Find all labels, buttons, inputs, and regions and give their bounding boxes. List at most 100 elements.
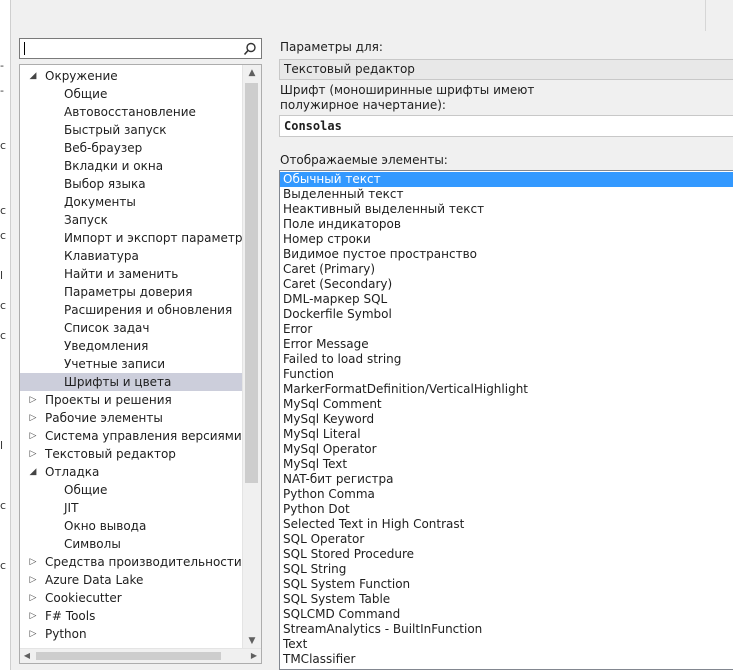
display-item[interactable]: MarkerFormatDefinition/VerticalHighlight xyxy=(280,382,733,397)
options-search-input[interactable] xyxy=(19,38,262,59)
scroll-thumb-horizontal[interactable] xyxy=(36,652,221,660)
scroll-up-arrow-icon[interactable]: ▲ xyxy=(243,65,261,81)
display-item[interactable]: MySql Literal xyxy=(280,427,733,442)
tree-leaf[interactable]: Импорт и экспорт параметров xyxy=(20,229,257,247)
tree-leaf[interactable]: Шрифты и цвета xyxy=(20,373,242,391)
collapsed-arrow-icon[interactable]: ▷ xyxy=(28,625,38,643)
display-item[interactable]: Function xyxy=(280,367,733,382)
collapsed-arrow-icon[interactable]: ▷ xyxy=(28,571,38,589)
display-item[interactable]: SQL String xyxy=(280,562,733,577)
collapsed-arrow-icon[interactable]: ▷ xyxy=(28,391,38,409)
tree-leaf[interactable]: Общие xyxy=(20,85,242,103)
display-item[interactable]: Caret (Primary) xyxy=(280,262,733,277)
display-item[interactable]: Selected Text in High Contrast xyxy=(280,517,733,532)
tree-node[interactable]: ▷ Python xyxy=(20,625,242,643)
display-item[interactable]: Поле индикаторов xyxy=(280,217,733,232)
expanded-arrow-icon[interactable]: ◢ xyxy=(28,463,38,481)
display-item[interactable]: Caret (Secondary) xyxy=(280,277,733,292)
collapsed-arrow-icon[interactable]: ▷ xyxy=(28,409,38,427)
tree-item-label: Документы xyxy=(64,195,136,209)
tree-node[interactable]: ▷ Текстовый редактор xyxy=(20,445,242,463)
display-item[interactable]: Dockerfile Symbol xyxy=(280,307,733,322)
display-item[interactable]: MySql Keyword xyxy=(280,412,733,427)
options-tree[interactable]: ◢ Окружение Общие Автовосстановление Быстрый… xyxy=(19,64,262,664)
scroll-right-arrow-icon[interactable]: ▶ xyxy=(247,649,261,663)
display-item[interactable]: Failed to load string xyxy=(280,352,733,367)
collapsed-arrow-icon[interactable]: ▷ xyxy=(28,607,38,625)
tree-node[interactable]: ▷ F# Tools xyxy=(20,607,242,625)
tree-leaf[interactable]: Список задач xyxy=(20,319,242,337)
display-item[interactable]: MySql Comment xyxy=(280,397,733,412)
display-item[interactable]: DML-маркер SQL xyxy=(280,292,733,307)
settings-for-dropdown[interactable]: Текстовый редактор xyxy=(279,59,733,80)
tree-item-label: Рабочие элементы xyxy=(45,411,163,425)
tree-leaf[interactable]: Веб-браузер xyxy=(20,139,242,157)
tree-leaf[interactable]: Запуск xyxy=(20,211,242,229)
display-item[interactable]: NAT-бит регистра xyxy=(280,472,733,487)
display-item[interactable]: SQL System Table xyxy=(280,592,733,607)
options-tree-list: ◢ Окружение Общие Автовосстановление Быстрый… xyxy=(20,67,257,643)
tree-leaf[interactable]: Общие xyxy=(20,481,242,499)
tree-item-label: Проекты и решения xyxy=(45,393,172,407)
tree-leaf[interactable]: Клавиатура xyxy=(20,247,242,265)
tree-node[interactable]: ▷ Система управления версиями xyxy=(20,427,242,445)
dialog-top-area xyxy=(0,0,733,31)
tree-item-label: Окно вывода xyxy=(64,519,147,533)
display-item[interactable]: Неактивный выделенный текст xyxy=(280,202,733,217)
tree-leaf[interactable]: Быстрый запуск xyxy=(20,121,242,139)
display-item[interactable]: Python Dot xyxy=(280,502,733,517)
display-items-list: Обычный текст Выделенный текст Неактивный … xyxy=(280,172,733,667)
tree-leaf[interactable]: JIT xyxy=(20,499,242,517)
tree-leaf[interactable]: Учетные записи xyxy=(20,355,242,373)
font-dropdown[interactable]: Consolas xyxy=(279,115,733,137)
tree-node[interactable]: ▷ Рабочие элементы xyxy=(20,409,242,427)
scroll-left-arrow-icon[interactable]: ◀ xyxy=(20,649,34,663)
tree-leaf[interactable]: Выбор языка xyxy=(20,175,242,193)
tree-item-label: Выбор языка xyxy=(64,177,146,191)
tree-leaf[interactable]: Символы xyxy=(20,535,242,553)
scroll-thumb[interactable] xyxy=(245,83,258,483)
display-item[interactable]: SQL System Function xyxy=(280,577,733,592)
display-item[interactable]: Error xyxy=(280,322,733,337)
display-item[interactable]: MySql Text xyxy=(280,457,733,472)
scroll-down-arrow-icon[interactable]: ▼ xyxy=(243,633,261,649)
display-item[interactable]: StreamAnalytics - BuiltInFunction xyxy=(280,622,733,637)
display-item[interactable]: Видимое пустое пространство xyxy=(280,247,733,262)
display-item[interactable]: Error Message xyxy=(280,337,733,352)
tree-leaf[interactable]: Уведомления xyxy=(20,337,242,355)
tree-horizontal-scrollbar[interactable]: ◀ ▶ xyxy=(20,648,261,663)
tree-node[interactable]: ▷ Azure Data Lake xyxy=(20,571,242,589)
display-items-listbox[interactable]: Обычный текст Выделенный текст Неактивный … xyxy=(279,170,733,670)
display-item[interactable]: SQLCMD Command xyxy=(280,607,733,622)
tree-leaf[interactable]: Документы xyxy=(20,193,242,211)
tree-leaf[interactable]: Окно вывода xyxy=(20,517,242,535)
tree-leaf[interactable]: Расширения и обновления xyxy=(20,301,242,319)
collapsed-arrow-icon[interactable]: ▷ xyxy=(28,553,38,571)
tree-leaf[interactable]: Параметры доверия xyxy=(20,283,242,301)
tree-node[interactable]: ◢ Окружение xyxy=(20,67,242,85)
tree-item-label: Отладка xyxy=(45,465,100,479)
tree-node[interactable]: ◢ Отладка xyxy=(20,463,242,481)
display-item[interactable]: MySql Operator xyxy=(280,442,733,457)
collapsed-arrow-icon[interactable]: ▷ xyxy=(28,427,38,445)
display-item[interactable]: Python Comma xyxy=(280,487,733,502)
search-icon[interactable] xyxy=(243,42,257,56)
display-item[interactable]: SQL Stored Procedure xyxy=(280,547,733,562)
display-item[interactable]: Text xyxy=(280,637,733,652)
display-item[interactable]: Обычный текст xyxy=(280,172,733,187)
display-item[interactable]: SQL Operator xyxy=(280,532,733,547)
tree-node[interactable]: ▷ Cookiecutter xyxy=(20,589,242,607)
tree-node[interactable]: ▷ Проекты и решения xyxy=(20,391,242,409)
tree-vertical-scrollbar[interactable]: ▲ ▼ xyxy=(242,65,261,663)
display-item[interactable]: Номер строки xyxy=(280,232,733,247)
tree-leaf[interactable]: Автовосстановление xyxy=(20,103,242,121)
tree-node[interactable]: ▷ Средства производительности xyxy=(20,553,242,571)
tree-leaf[interactable]: Найти и заменить xyxy=(20,265,242,283)
display-item[interactable]: Выделенный текст xyxy=(280,187,733,202)
collapsed-arrow-icon[interactable]: ▷ xyxy=(28,589,38,607)
tree-item-label: Python xyxy=(45,627,87,641)
expanded-arrow-icon[interactable]: ◢ xyxy=(28,67,38,85)
tree-leaf[interactable]: Вкладки и окна xyxy=(20,157,242,175)
display-item[interactable]: TMClassifier xyxy=(280,652,733,667)
collapsed-arrow-icon[interactable]: ▷ xyxy=(28,445,38,463)
